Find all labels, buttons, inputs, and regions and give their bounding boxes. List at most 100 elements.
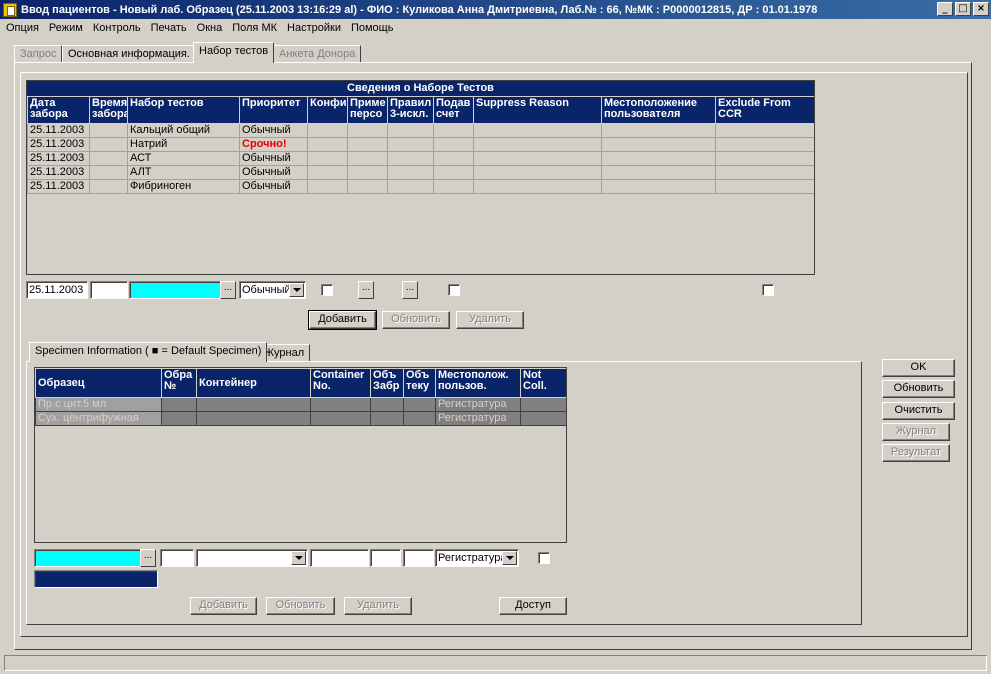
tab-donor-form: Анкета Донора [273, 45, 362, 63]
container-select[interactable] [196, 549, 308, 567]
table-row[interactable]: 25.11.2003 Кальций общий Обычный [27, 123, 814, 138]
menu-control[interactable]: Контроль [89, 22, 145, 34]
test-date-input[interactable]: 25.11.2003 [26, 281, 88, 299]
cell-date: 25.11.2003 [27, 151, 90, 166]
menu-windows[interactable]: Окна [193, 22, 227, 34]
col-not-collected[interactable]: Not Coll. [520, 368, 566, 398]
window-title: Ввод пациентов - Новый лаб. Образец (25.… [21, 3, 818, 16]
col-test-set[interactable]: Набор тестов [127, 96, 240, 124]
ok-button[interactable]: OK [882, 359, 955, 377]
menu-option[interactable]: Опция [2, 22, 43, 34]
app-icon [3, 2, 17, 17]
tests-grid[interactable]: Сведения о Наборе Тестов Дата забора Вре… [26, 80, 815, 275]
col-confidential[interactable]: Конфи [307, 96, 348, 124]
menu-help[interactable]: Помощь [347, 22, 398, 34]
tab-main-info[interactable]: Основная информация. [62, 45, 196, 63]
chevron-down-icon[interactable] [291, 551, 306, 565]
volume-current-input[interactable] [403, 549, 434, 567]
cell-location: Регистратура [435, 411, 521, 426]
specimen-lookup-button[interactable]: ... [140, 549, 156, 567]
cell-time [89, 151, 128, 166]
table-row[interactable]: 25.11.2003 АЛТ Обычный [27, 165, 814, 180]
cell-priority: Обычный [239, 151, 308, 166]
minimize-button[interactable]: _ [937, 2, 953, 16]
specimen-no-input[interactable] [160, 549, 194, 567]
add-specimen-button[interactable]: Добавить [190, 597, 257, 615]
tests-grid-caption: Сведения о Наборе Тестов [27, 81, 814, 96]
delete-test-button[interactable]: Удалить [456, 311, 524, 329]
cell-specimen: Сух. центрифужная [35, 411, 162, 426]
table-row[interactable]: 25.11.2003 АСТ Обычный [27, 151, 814, 166]
col-container-no[interactable]: Container No. [310, 368, 371, 398]
table-row[interactable]: 25.11.2003 Фибриноген Обычный [27, 179, 814, 194]
location-select[interactable]: Регистратура [435, 549, 519, 567]
chevron-down-icon[interactable] [502, 551, 517, 565]
rule-lookup-button[interactable]: ... [402, 281, 418, 299]
col-exclude-ccr[interactable]: Exclude From CCR [715, 96, 814, 124]
col-specimen-no[interactable]: Обра № [161, 368, 197, 398]
container-no-input[interactable] [310, 549, 369, 567]
col-specimen[interactable]: Образец [35, 368, 162, 398]
exclude-ccr-checkbox[interactable] [762, 284, 774, 296]
maximize-button[interactable]: □ [955, 2, 971, 16]
cell-test: Кальций общий [127, 123, 240, 138]
table-row[interactable]: 25.11.2003 Натрий Срочно! [27, 137, 814, 152]
update-test-button[interactable]: Обновить [382, 311, 450, 329]
cell-date: 25.11.2003 [27, 179, 90, 194]
result-button[interactable]: Результат [882, 444, 950, 462]
specimen-input[interactable] [34, 549, 141, 567]
col-priority[interactable]: Приоритет [239, 96, 308, 124]
col-date[interactable]: Дата забора [27, 96, 90, 124]
delete-specimen-button[interactable]: Удалить [344, 597, 412, 615]
not-collected-checkbox[interactable] [538, 552, 550, 564]
chevron-down-icon[interactable] [289, 283, 304, 297]
bill-checkbox[interactable] [448, 284, 460, 296]
cell-priority: Обычный [239, 179, 308, 194]
note-lookup-button[interactable]: ... [358, 281, 374, 299]
priority-select[interactable]: Обычный [239, 281, 306, 299]
test-set-lookup-button[interactable]: ... [220, 281, 236, 299]
table-row[interactable]: Пр.с цит.5 мл Регистратура [35, 397, 566, 412]
test-time-input[interactable] [90, 281, 128, 299]
close-button[interactable]: × [973, 2, 989, 16]
menu-mk-fields[interactable]: Поля МК [228, 22, 281, 34]
table-row[interactable]: Сух. центрифужная Регистратура [35, 411, 566, 426]
journal-button[interactable]: Журнал [882, 423, 950, 441]
confidential-checkbox[interactable] [321, 284, 333, 296]
tab-specimen-info-label: Specimen Information ( ■ = Default Speci… [35, 345, 262, 357]
menu-bar: Опция Режим Контроль Печать Окна Поля МК… [0, 19, 991, 37]
update-specimen-button[interactable]: Обновить [266, 597, 335, 615]
clear-button[interactable]: Очистить [882, 402, 955, 420]
access-button[interactable]: Доступ [499, 597, 567, 615]
add-test-button[interactable]: Добавить [308, 310, 377, 330]
menu-mode[interactable]: Режим [45, 22, 87, 34]
col-container[interactable]: Контейнер [196, 368, 311, 398]
col-bill[interactable]: Подав счет [433, 96, 474, 124]
menu-settings[interactable]: Настройки [283, 22, 345, 34]
status-bar [4, 655, 987, 671]
specimen-color-field [34, 570, 158, 588]
refresh-button[interactable]: Обновить [882, 380, 955, 398]
cell-time [89, 123, 128, 138]
volume-collected-input[interactable] [370, 549, 401, 567]
cell-date: 25.11.2003 [27, 137, 90, 152]
tab-test-set[interactable]: Набор тестов [193, 42, 275, 63]
menu-print[interactable]: Печать [147, 22, 191, 34]
col-user-location[interactable]: Местоположение пользователя [601, 96, 716, 124]
test-set-input[interactable] [129, 281, 221, 299]
col-volume-current[interactable]: Объ теку [403, 368, 436, 398]
priority-select-value: Обычный [242, 284, 291, 296]
cell-specimen: Пр.с цит.5 мл [35, 397, 162, 412]
tab-specimen-info[interactable]: Specimen Information ( ■ = Default Speci… [29, 342, 268, 362]
col-suppress-reason[interactable]: Suppress Reason [473, 96, 602, 124]
col-note[interactable]: Приме персо [347, 96, 388, 124]
cell-time [89, 137, 128, 152]
specimen-grid[interactable]: Образец Обра № Контейнер Container No. О… [34, 367, 567, 543]
col-user-location[interactable]: Местополож. пользов. [435, 368, 521, 398]
col-volume-collected[interactable]: Объ Забр [370, 368, 404, 398]
cell-time [89, 179, 128, 194]
cell-priority-urgent: Срочно! [239, 137, 308, 152]
title-bar: Ввод пациентов - Новый лаб. Образец (25.… [0, 0, 991, 19]
col-rule[interactable]: Правил 3-искл. [387, 96, 434, 124]
col-time[interactable]: Время забора [89, 96, 128, 124]
